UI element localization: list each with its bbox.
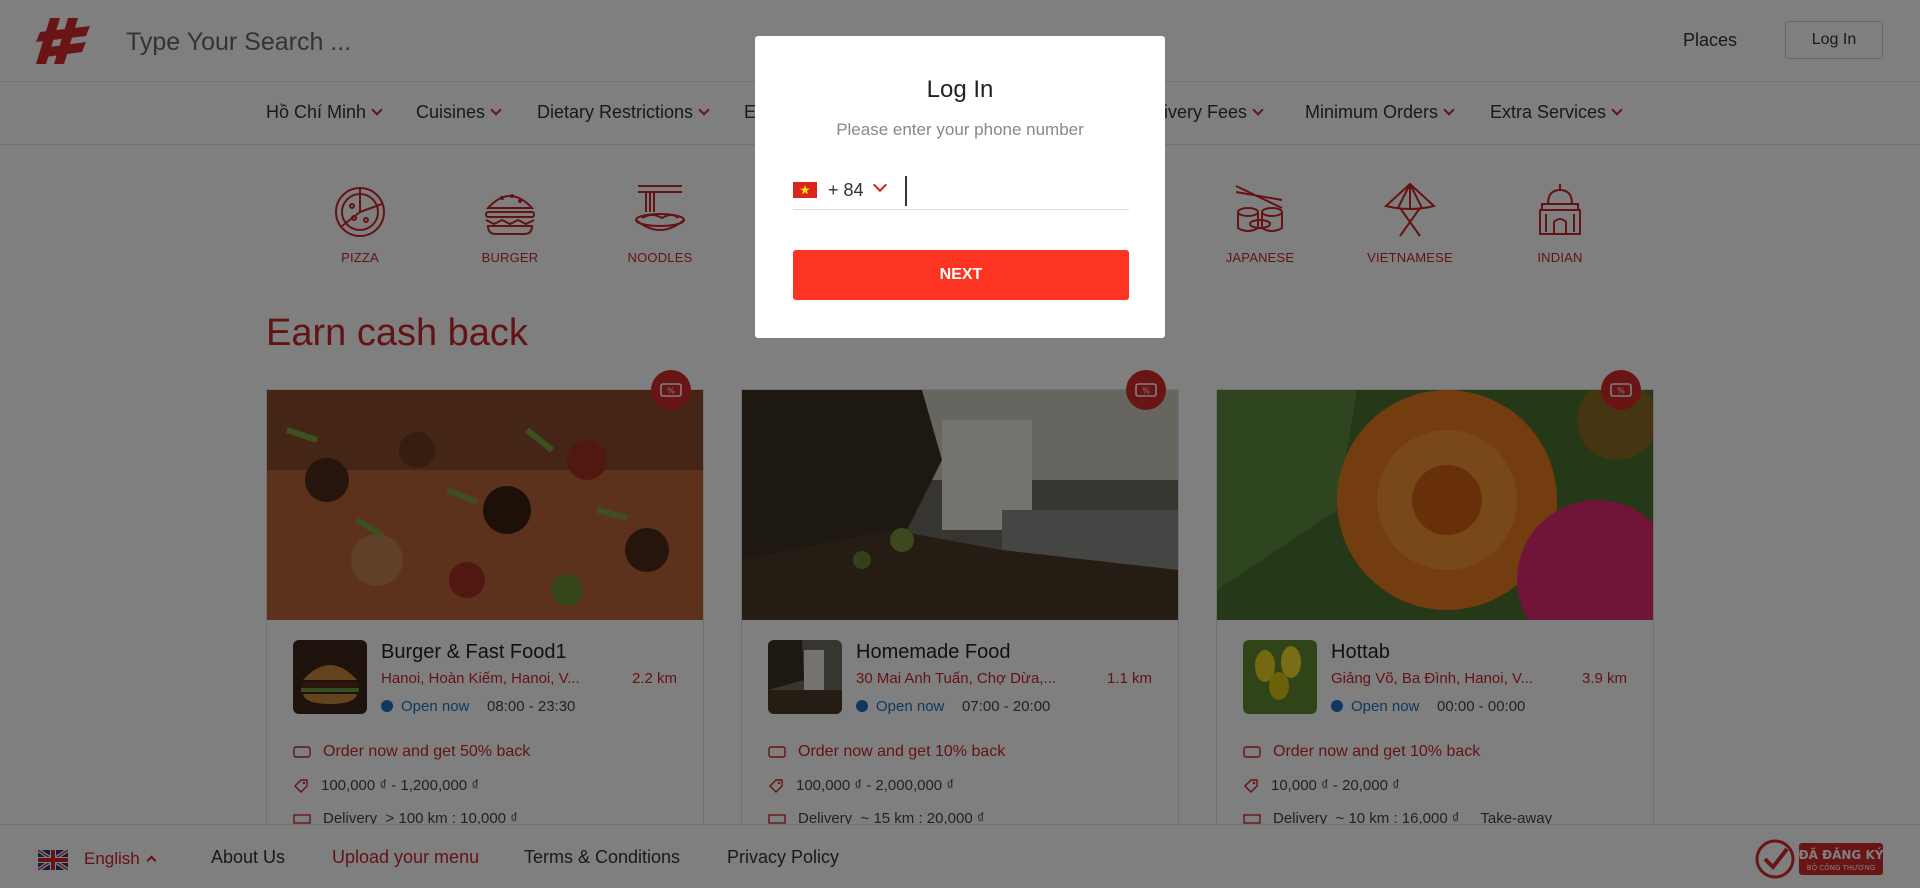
phone-input[interactable] <box>905 176 1125 206</box>
modal-subtitle: Please enter your phone number <box>836 120 1084 139</box>
phone-field: + 84 <box>793 174 1129 210</box>
next-button[interactable]: NEXT <box>793 250 1129 300</box>
country-code[interactable]: + 84 <box>828 180 864 201</box>
vietnam-flag-icon[interactable] <box>793 182 817 198</box>
login-modal: Log In Please enter your phone number + … <box>755 36 1165 338</box>
modal-title: Log In <box>926 76 994 103</box>
chevron-down-icon[interactable] <box>872 177 888 193</box>
